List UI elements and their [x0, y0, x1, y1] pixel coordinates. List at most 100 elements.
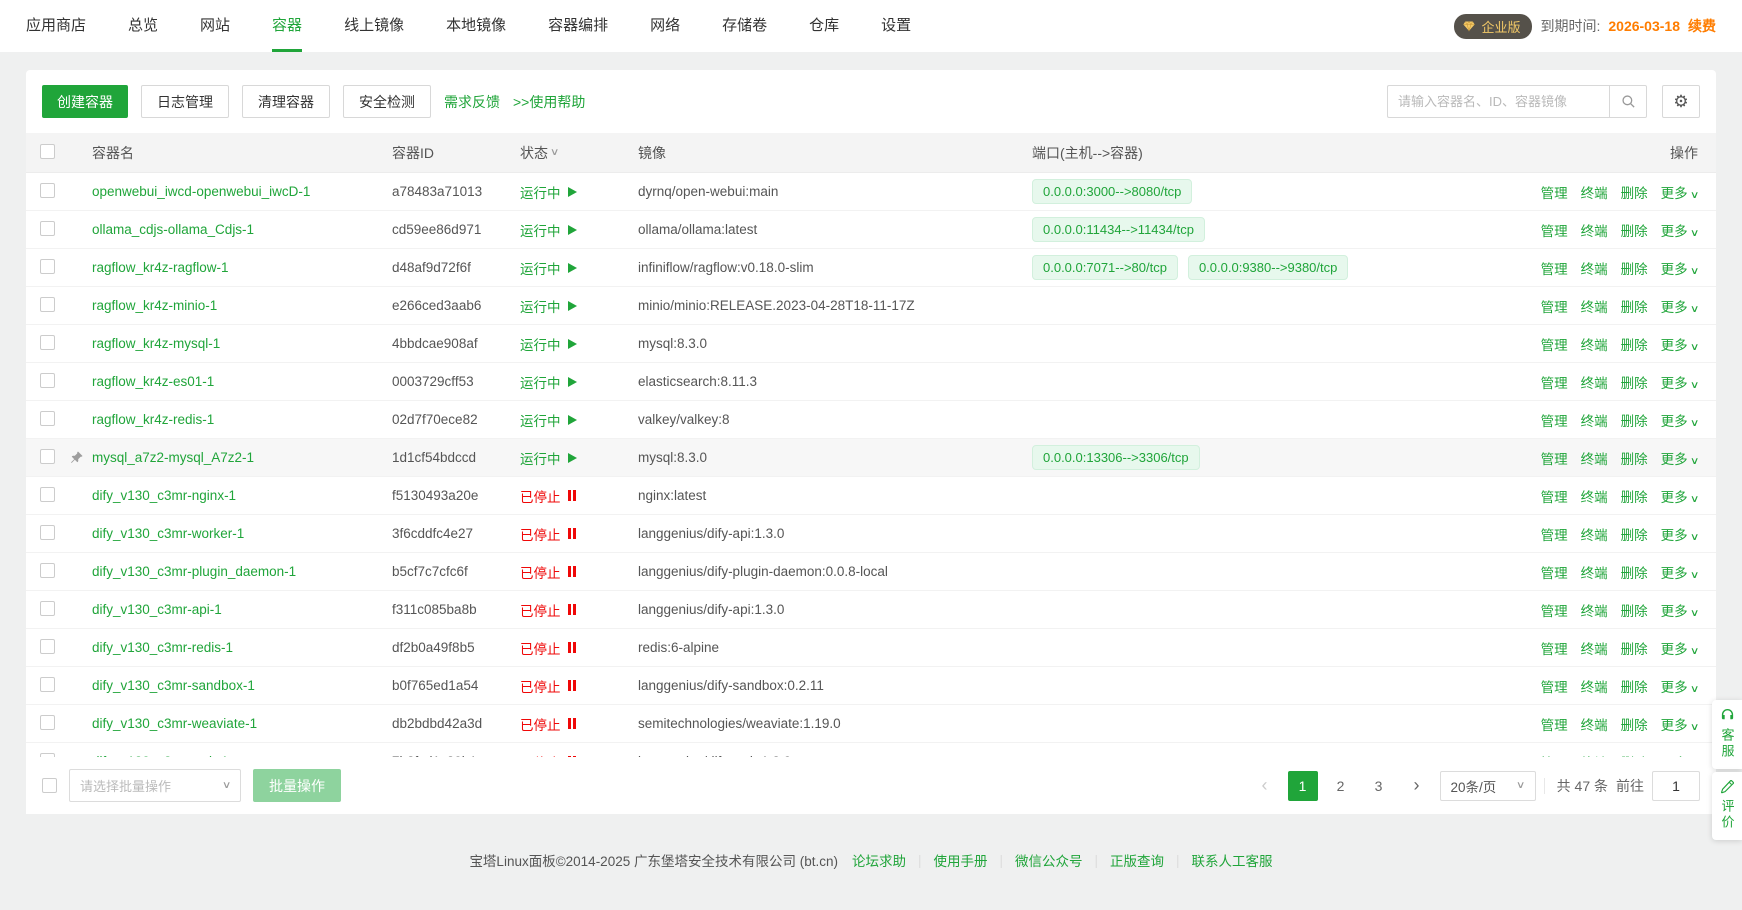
- page-number-3[interactable]: 3: [1364, 771, 1394, 801]
- row-action-more[interactable]: 更多∨: [1661, 638, 1698, 658]
- row-action-terminal[interactable]: 终端: [1581, 448, 1608, 468]
- row-action-manage[interactable]: 管理: [1541, 638, 1568, 658]
- row-checkbox[interactable]: [40, 677, 55, 692]
- row-action-manage[interactable]: 管理: [1541, 714, 1568, 734]
- row-action-terminal[interactable]: 终端: [1581, 562, 1608, 582]
- renew-link[interactable]: 续费: [1688, 16, 1716, 36]
- settings-button[interactable]: ⚙: [1662, 85, 1700, 118]
- row-checkbox[interactable]: [40, 563, 55, 578]
- row-checkbox[interactable]: [40, 601, 55, 616]
- row-action-delete[interactable]: 删除: [1621, 410, 1648, 430]
- footer-link-2[interactable]: 使用手册: [934, 850, 988, 870]
- row-action-more[interactable]: 更多∨: [1661, 600, 1698, 620]
- row-action-delete[interactable]: 删除: [1621, 600, 1648, 620]
- row-action-more[interactable]: 更多∨: [1661, 448, 1698, 468]
- row-action-manage[interactable]: 管理: [1541, 752, 1568, 758]
- pause-icon[interactable]: [568, 756, 576, 757]
- row-checkbox[interactable]: [40, 411, 55, 426]
- log-manage-button[interactable]: 日志管理: [141, 85, 229, 118]
- row-action-more[interactable]: 更多∨: [1661, 752, 1698, 758]
- play-icon[interactable]: [568, 187, 577, 197]
- container-name-link[interactable]: dify_v130_c3mr-api-1: [92, 602, 222, 617]
- row-checkbox[interactable]: [40, 639, 55, 654]
- row-action-manage[interactable]: 管理: [1541, 372, 1568, 392]
- row-action-more[interactable]: 更多∨: [1661, 220, 1698, 240]
- select-all-checkbox[interactable]: [40, 144, 55, 159]
- row-action-delete[interactable]: 删除: [1621, 334, 1648, 354]
- footer-link-1[interactable]: 论坛求助: [852, 850, 906, 870]
- nav-item-5[interactable]: 线上镜像: [344, 0, 404, 52]
- row-action-manage[interactable]: 管理: [1541, 410, 1568, 430]
- help-link[interactable]: >>使用帮助: [513, 92, 585, 112]
- row-action-more[interactable]: 更多∨: [1661, 372, 1698, 392]
- row-action-terminal[interactable]: 终端: [1581, 752, 1608, 758]
- clean-container-button[interactable]: 清理容器: [242, 85, 330, 118]
- license-badge[interactable]: 企业版: [1454, 14, 1532, 39]
- row-action-delete[interactable]: 删除: [1621, 220, 1648, 240]
- row-action-manage[interactable]: 管理: [1541, 524, 1568, 544]
- pause-icon[interactable]: [568, 566, 576, 577]
- nav-item-3[interactable]: 网站: [200, 0, 230, 52]
- row-action-delete[interactable]: 删除: [1621, 638, 1648, 658]
- row-action-terminal[interactable]: 终端: [1581, 372, 1608, 392]
- row-action-delete[interactable]: 删除: [1621, 486, 1648, 506]
- row-checkbox[interactable]: [40, 753, 55, 758]
- nav-item-9[interactable]: 存储卷: [722, 0, 767, 52]
- row-action-delete[interactable]: 删除: [1621, 524, 1648, 544]
- goto-page-input[interactable]: [1652, 771, 1700, 801]
- row-checkbox[interactable]: [40, 373, 55, 388]
- next-page-button[interactable]: ›: [1402, 771, 1432, 801]
- container-name-link[interactable]: dify_v130_c3mr-sandbox-1: [92, 678, 255, 693]
- row-action-terminal[interactable]: 终端: [1581, 524, 1608, 544]
- container-name-link[interactable]: ragflow_kr4z-mysql-1: [92, 336, 220, 351]
- footer-link-5[interactable]: 联系人工客服: [1192, 850, 1273, 870]
- play-icon[interactable]: [568, 263, 577, 273]
- pause-icon[interactable]: [568, 642, 576, 653]
- row-action-more[interactable]: 更多∨: [1661, 334, 1698, 354]
- row-checkbox[interactable]: [40, 335, 55, 350]
- pause-icon[interactable]: [568, 604, 576, 615]
- row-action-delete[interactable]: 删除: [1621, 258, 1648, 278]
- row-action-delete[interactable]: 删除: [1621, 296, 1648, 316]
- row-action-manage[interactable]: 管理: [1541, 258, 1568, 278]
- row-action-manage[interactable]: 管理: [1541, 182, 1568, 202]
- row-action-more[interactable]: 更多∨: [1661, 486, 1698, 506]
- nav-item-11[interactable]: 设置: [881, 0, 911, 52]
- play-icon[interactable]: [568, 225, 577, 235]
- row-action-delete[interactable]: 删除: [1621, 714, 1648, 734]
- nav-item-10[interactable]: 仓库: [809, 0, 839, 52]
- header-status-filter[interactable]: 状态∨: [520, 143, 638, 163]
- row-action-terminal[interactable]: 终端: [1581, 334, 1608, 354]
- row-action-terminal[interactable]: 终端: [1581, 182, 1608, 202]
- container-name-link[interactable]: ollama_cdjs-ollama_Cdjs-1: [92, 222, 254, 237]
- batch-apply-button[interactable]: 批量操作: [253, 769, 341, 802]
- row-checkbox[interactable]: [40, 297, 55, 312]
- row-action-manage[interactable]: 管理: [1541, 676, 1568, 696]
- pause-icon[interactable]: [568, 528, 576, 539]
- row-action-more[interactable]: 更多∨: [1661, 182, 1698, 202]
- container-name-link[interactable]: dify_v130_c3mr-worker-1: [92, 526, 244, 541]
- row-action-delete[interactable]: 删除: [1621, 448, 1648, 468]
- container-name-link[interactable]: dify_v130_c3mr-web-1: [92, 754, 229, 757]
- row-checkbox[interactable]: [40, 525, 55, 540]
- container-name-link[interactable]: mysql_a7z2-mysql_A7z2-1: [92, 450, 254, 465]
- pause-icon[interactable]: [568, 490, 576, 501]
- container-name-link[interactable]: dify_v130_c3mr-weaviate-1: [92, 716, 257, 731]
- container-name-link[interactable]: dify_v130_c3mr-plugin_daemon-1: [92, 564, 296, 579]
- rate-widget[interactable]: 评价: [1712, 772, 1742, 840]
- pause-icon[interactable]: [568, 718, 576, 729]
- play-icon[interactable]: [568, 301, 577, 311]
- row-action-terminal[interactable]: 终端: [1581, 486, 1608, 506]
- feedback-link[interactable]: 需求反馈: [444, 92, 500, 112]
- row-action-terminal[interactable]: 终端: [1581, 638, 1608, 658]
- row-action-more[interactable]: 更多∨: [1661, 524, 1698, 544]
- row-action-more[interactable]: 更多∨: [1661, 676, 1698, 696]
- row-action-manage[interactable]: 管理: [1541, 600, 1568, 620]
- prev-page-button[interactable]: ‹: [1250, 771, 1280, 801]
- search-input[interactable]: [1387, 85, 1609, 118]
- row-action-more[interactable]: 更多∨: [1661, 562, 1698, 582]
- page-number-1[interactable]: 1: [1288, 771, 1318, 801]
- row-action-manage[interactable]: 管理: [1541, 334, 1568, 354]
- row-checkbox[interactable]: [40, 221, 55, 236]
- row-action-more[interactable]: 更多∨: [1661, 714, 1698, 734]
